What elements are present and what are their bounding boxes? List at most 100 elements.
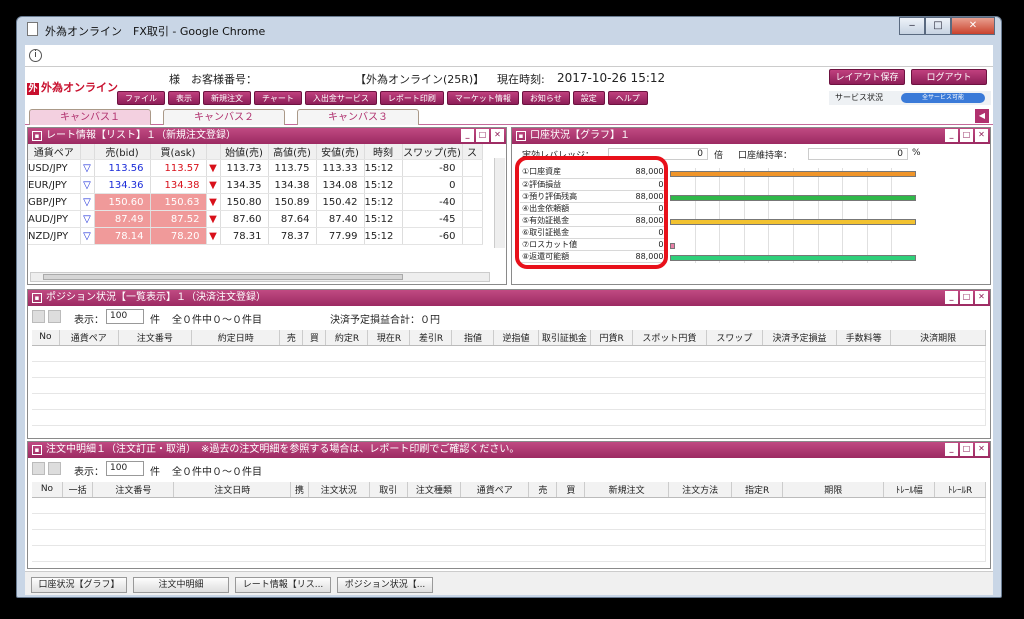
minimize-panel-icon[interactable]: _	[945, 129, 958, 142]
bid[interactable]: 113.56	[94, 159, 151, 177]
column-header[interactable]: ﾄﾚｰﾙ幅	[883, 482, 936, 498]
column-header[interactable]: 注文日時	[173, 482, 292, 498]
ask[interactable]: 134.38	[150, 176, 207, 194]
bid[interactable]: 134.36	[94, 176, 151, 194]
column-header[interactable]: 指定R	[731, 482, 784, 498]
taskbar-account-graph[interactable]: 口座状況【グラフ】	[31, 577, 127, 593]
layout-save-button[interactable]: レイアウト保存	[829, 69, 905, 85]
info-icon[interactable]: i	[29, 49, 42, 62]
column-header[interactable]: 買	[302, 330, 327, 346]
col-low[interactable]: 安値(売)	[316, 144, 365, 160]
menu-file[interactable]: ファイル	[117, 91, 165, 105]
col-open[interactable]: 始値(売)	[220, 144, 269, 160]
bid[interactable]: 87.49	[94, 210, 151, 228]
column-header[interactable]: 取引	[369, 482, 408, 498]
bid[interactable]: 78.14	[94, 227, 151, 245]
column-header[interactable]: 逆指値	[493, 330, 539, 346]
column-header[interactable]: 新規注文	[584, 482, 669, 498]
col-pair[interactable]: 通貨ペア	[28, 144, 81, 160]
close-panel-icon[interactable]: ✕	[975, 129, 988, 142]
column-header[interactable]: 注文状況	[308, 482, 370, 498]
column-header[interactable]: 買	[556, 482, 586, 498]
close-button[interactable]: ✕	[951, 17, 995, 35]
maximize-panel-icon[interactable]: □	[960, 291, 973, 304]
column-header[interactable]: 注文方法	[668, 482, 733, 498]
tab-canvas-3[interactable]: キャンバス３	[297, 109, 419, 125]
taskbar-order-details[interactable]: 注文中明細	[133, 577, 229, 593]
column-header[interactable]: スワップ	[706, 330, 764, 346]
col-swap[interactable]: スワップ(売)	[402, 144, 463, 160]
next-page-button[interactable]	[48, 310, 61, 323]
scroll-thumb[interactable]	[43, 274, 403, 280]
rate-row[interactable]: USD/JPY ▽ 113.56 113.57 ▼ 113.73 113.75 …	[28, 159, 483, 177]
prev-page-button[interactable]	[32, 462, 45, 475]
prev-page-button[interactable]	[32, 310, 45, 323]
next-page-button[interactable]	[48, 462, 61, 475]
maximize-panel-icon[interactable]: □	[960, 129, 973, 142]
column-header[interactable]: 通貨ペア	[460, 482, 530, 498]
column-header[interactable]: 差引R	[409, 330, 453, 346]
column-header[interactable]: 注文番号	[118, 330, 193, 346]
ask[interactable]: 113.57	[150, 159, 207, 177]
column-header[interactable]: ﾄﾚｰﾙR	[934, 482, 986, 498]
rate-row[interactable]: NZD/JPY ▽ 78.14 78.20 ▼ 78.31 78.37 77.9…	[28, 227, 483, 245]
column-header[interactable]: 通貨ペア	[59, 330, 119, 346]
minimize-panel-icon[interactable]: _	[945, 443, 958, 456]
column-header[interactable]: 一括	[62, 482, 94, 498]
ask[interactable]: 150.63	[150, 193, 207, 211]
maximize-panel-icon[interactable]: □	[476, 129, 489, 142]
column-header[interactable]: 注文種類	[407, 482, 462, 498]
column-header[interactable]: 売	[279, 330, 304, 346]
column-header[interactable]: 決済予定損益	[762, 330, 837, 346]
page-size-stepper[interactable]: 100	[106, 461, 144, 476]
menu-new-order[interactable]: 新規注文	[203, 91, 251, 105]
rate-vertical-scrollbar[interactable]	[494, 158, 505, 248]
column-header[interactable]: 決済期限	[890, 330, 986, 346]
rate-row[interactable]: AUD/JPY ▽ 87.49 87.52 ▼ 87.60 87.64 87.4…	[28, 210, 483, 228]
column-header[interactable]: No	[32, 330, 60, 346]
column-header[interactable]: 約定日時	[191, 330, 281, 346]
column-header[interactable]: 携	[290, 482, 309, 498]
tab-canvas-1[interactable]: キャンバス１	[29, 109, 151, 125]
close-panel-icon[interactable]: ✕	[975, 291, 988, 304]
tab-canvas-2[interactable]: キャンバス２	[163, 109, 285, 125]
ask[interactable]: 87.52	[150, 210, 207, 228]
column-header[interactable]: 注文番号	[92, 482, 175, 498]
close-panel-icon[interactable]: ✕	[975, 443, 988, 456]
rate-horizontal-scrollbar[interactable]	[30, 272, 490, 282]
column-header[interactable]: 指値	[451, 330, 495, 346]
col-high[interactable]: 高値(売)	[268, 144, 317, 160]
col-swap-buy[interactable]: ス	[462, 144, 483, 160]
col-time[interactable]: 時刻	[364, 144, 403, 160]
menu-news[interactable]: お知らせ	[521, 91, 570, 105]
menu-view[interactable]: 表示	[168, 91, 200, 105]
menu-chart[interactable]: チャート	[254, 91, 302, 105]
column-header[interactable]: 取引証拠金	[538, 330, 592, 346]
menu-market[interactable]: マーケット情報	[446, 91, 519, 105]
menu-deposit[interactable]: 入出金サービス	[304, 91, 377, 105]
maximize-button[interactable]: □	[925, 17, 951, 35]
taskbar-rate-list[interactable]: レート情報【リス...	[235, 577, 331, 593]
taskbar-position-status[interactable]: ポジション状況【...	[337, 577, 433, 593]
column-header[interactable]: 売	[528, 482, 558, 498]
column-header[interactable]: 手数料等	[836, 330, 892, 346]
col-bid[interactable]: 売(bid)	[94, 144, 151, 160]
close-panel-icon[interactable]: ✕	[491, 129, 504, 142]
minimize-panel-icon[interactable]: _	[461, 129, 474, 142]
column-header[interactable]: 約定R	[325, 330, 369, 346]
page-size-stepper[interactable]: 100	[106, 309, 144, 324]
maximize-panel-icon[interactable]: □	[960, 443, 973, 456]
menu-help[interactable]: ヘルプ	[607, 91, 648, 105]
minimize-panel-icon[interactable]: _	[945, 291, 958, 304]
panel-toggle-icon[interactable]: ◀	[975, 109, 989, 123]
menu-settings[interactable]: 設定	[572, 91, 605, 105]
menu-report[interactable]: レポート印刷	[379, 91, 444, 105]
column-header[interactable]: 円貨R	[590, 330, 634, 346]
col-ask[interactable]: 買(ask)	[150, 144, 207, 160]
rate-row[interactable]: GBP/JPY ▽ 150.60 150.63 ▼ 150.80 150.89 …	[28, 193, 483, 211]
ask[interactable]: 78.20	[150, 227, 207, 245]
column-header[interactable]: スポット円貨	[632, 330, 707, 346]
bid[interactable]: 150.60	[94, 193, 151, 211]
minimize-button[interactable]: ‒	[899, 17, 925, 35]
rate-row[interactable]: EUR/JPY ▽ 134.36 134.38 ▼ 134.35 134.38 …	[28, 176, 483, 194]
